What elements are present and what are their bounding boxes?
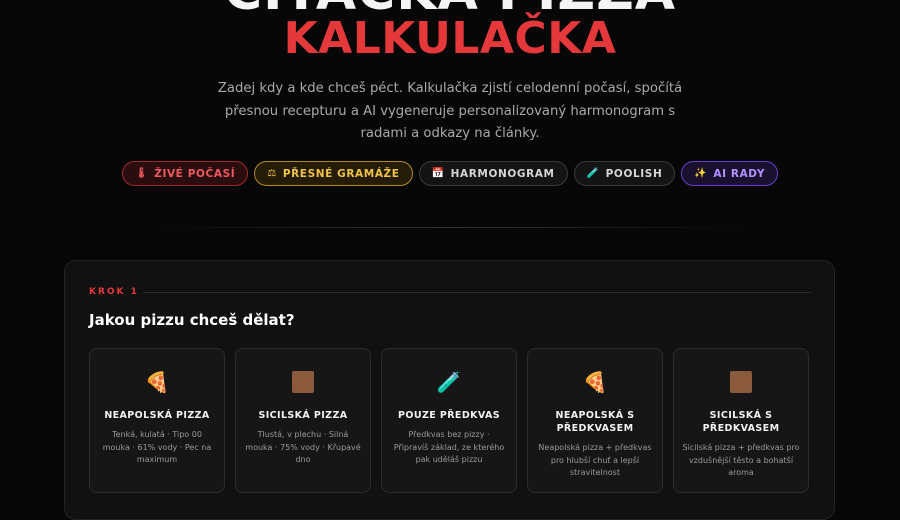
thermometer-icon: 🌡 <box>134 168 149 179</box>
option-description: Sicilská pizza + předkvas pro vzdušnější… <box>682 443 800 477</box>
step-panel: KROK 1 Jakou pizzu chceš dělat? 🍕 NEAPOL… <box>64 260 835 520</box>
chip-poolish: 🧪 POOLISH <box>573 161 676 186</box>
option-description: Tlustá, v plechu · Silná mouka · 75% vod… <box>245 430 361 464</box>
hero-subtitle: Zadej kdy a kde chceš péct. Kalkulačka z… <box>217 81 683 141</box>
chip-label: AI RADY <box>713 167 766 180</box>
chip-label: PŘESNÉ GRAMÁŽE <box>282 167 400 180</box>
chip-schedule: 📅 HARMONOGRAM <box>418 161 568 186</box>
square-pizza-icon <box>292 371 314 393</box>
option-description: Tenká, kulatá · Tipo 00 mouka · 61% vody… <box>102 430 212 464</box>
option-title: SICILSKÁ PIZZA <box>258 410 348 421</box>
pizza-option-neapolitan-poolish[interactable]: 🍕 NEAPOLSKÁ S PŘEDKVASEM Neapolská pizza… <box>527 348 663 493</box>
chip-live-weather: 🌡 ŽIVÉ POČASÍ <box>121 161 249 186</box>
chip-label: HARMONOGRAM <box>450 167 555 180</box>
square-pizza-icon <box>730 371 752 393</box>
pizza-option-poolish-only[interactable]: 🧪 POUZE PŘEDKVAS Předkvas bez pizzy · Př… <box>381 348 517 493</box>
option-description: Předkvas bez pizzy · Připravíš základ, z… <box>393 430 505 464</box>
option-title: NEAPOLSKÁ PIZZA <box>104 410 210 421</box>
pizza-icon: 🍕 <box>144 370 170 394</box>
hero-title: KALKULAČKA <box>283 13 617 64</box>
chip-label: POOLISH <box>605 167 663 180</box>
pizza-icon: 🍕 <box>582 370 608 394</box>
section-divider <box>155 227 745 228</box>
option-title: NEAPOLSKÁ S PŘEDKVASEM <box>555 410 635 434</box>
option-description: Neapolská pizza + předkvas pro hlubší ch… <box>538 443 652 477</box>
step-label: KROK 1 <box>89 287 139 297</box>
step-question: Jakou pizzu chceš dělat? <box>89 311 295 329</box>
pizza-option-sicilian-poolish[interactable]: SICILSKÁ S PŘEDKVASEM Sicilská pizza + p… <box>673 348 809 493</box>
option-title: POUZE PŘEDKVAS <box>398 410 500 421</box>
pizza-option-neapolitan[interactable]: 🍕 NEAPOLSKÁ PIZZA Tenká, kulatá · Tipo 0… <box>89 348 225 493</box>
test-tube-icon: 🧪 <box>586 168 600 179</box>
feature-chips: 🌡 ŽIVÉ POČASÍ ⚖ PŘESNÉ GRAMÁŽE 📅 HARMONO… <box>0 161 900 186</box>
chip-label: ŽIVÉ POČASÍ <box>154 167 236 180</box>
option-title: SICILSKÁ S PŘEDKVASEM <box>702 410 780 434</box>
test-tube-icon: 🧪 <box>436 370 462 394</box>
sparkles-icon: ✨ <box>694 168 708 179</box>
pizza-option-sicilian[interactable]: SICILSKÁ PIZZA Tlustá, v plechu · Silná … <box>235 348 371 493</box>
calendar-icon: 📅 <box>431 168 445 179</box>
step-divider <box>143 292 811 293</box>
pizza-type-options: 🍕 NEAPOLSKÁ PIZZA Tenká, kulatá · Tipo 0… <box>89 348 809 493</box>
scale-icon: ⚖ <box>267 168 277 179</box>
chip-ai-tips: ✨ AI RADY <box>681 161 779 186</box>
chip-precise-weights: ⚖ PŘESNÉ GRAMÁŽE <box>254 161 413 186</box>
